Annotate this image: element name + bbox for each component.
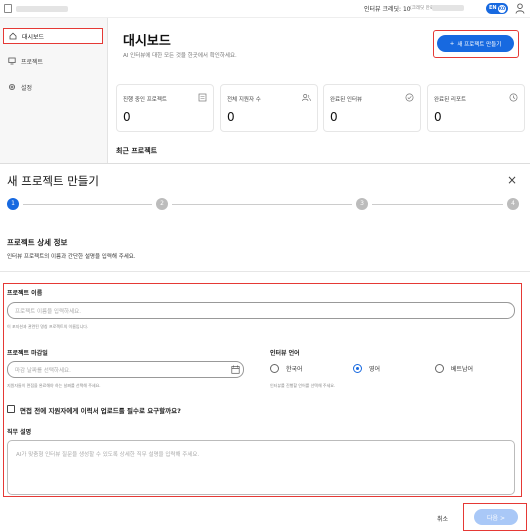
new-project-highlight: + 새 프로젝트 만들기	[433, 30, 519, 58]
sidebar-item-dashboard[interactable]: 대시보드	[3, 28, 103, 44]
user-icon[interactable]	[515, 3, 525, 14]
divider	[0, 271, 530, 272]
language-label: 인터뷰 언어	[270, 350, 300, 357]
calendar-icon[interactable]	[231, 365, 240, 374]
page-subtitle: AI 인터뷰에 대한 모든 것을 한곳에서 확인하세요.	[123, 53, 237, 59]
credit-expiry-redacted	[432, 5, 464, 11]
step-connector	[172, 204, 352, 205]
stat-label: 완료된 리포트	[434, 97, 467, 103]
clipboard-icon	[198, 93, 207, 102]
deadline-date-input[interactable]: 마감 날짜를 선택하세요.	[7, 361, 244, 378]
stat-label: 완료된 인터뷰	[330, 97, 363, 103]
lang-en-label: EN	[489, 5, 497, 11]
top-bar: 인터뷰 크레딧: 10 (크레딧 만료일: EN KO	[0, 0, 530, 18]
step-2: 2	[156, 198, 168, 210]
next-label: 다음 >	[487, 514, 505, 522]
radio-label: 영어	[369, 366, 381, 373]
language-hint: 인터뷰를 진행할 언어를 선택해 주세요.	[270, 383, 336, 388]
radio-label: 베트남어	[451, 366, 474, 373]
page-title: 대시보드	[123, 34, 171, 49]
new-project-label: 새 프로젝트 만들기	[457, 41, 502, 48]
radio-button[interactable]	[435, 364, 444, 373]
stat-card-total-applicants: 전체 지원자 수 0	[220, 84, 318, 132]
deadline-placeholder: 마감 날짜를 선택하세요.	[15, 367, 71, 374]
stat-card-completed-reports: 완료된 리포트 0	[427, 84, 525, 132]
app-logo-icon[interactable]	[4, 4, 12, 13]
deadline-label: 프로젝트 마감일	[7, 350, 48, 357]
stat-card-active-projects: 진행 중인 프로젝트 0	[116, 84, 214, 132]
recent-projects-heading: 최근 프로젝트	[116, 147, 158, 155]
sidebar-item-projects[interactable]: 프로젝트	[3, 53, 103, 69]
next-button-highlight: 다음 >	[463, 503, 527, 531]
language-toggle[interactable]: EN KO	[486, 3, 508, 14]
job-description-label: 직무 설명	[7, 429, 32, 436]
gear-icon	[9, 84, 15, 90]
radio-button[interactable]	[270, 364, 279, 373]
radio-button-selected[interactable]	[353, 364, 362, 373]
stat-value: 0	[123, 110, 131, 124]
app-name-redacted	[16, 6, 68, 12]
section-subtitle: 인터뷰 프로젝트의 이름과 간단한 설명을 입력해 주세요.	[7, 254, 136, 260]
credit-label: 인터뷰 크레딧: 10	[364, 6, 411, 13]
sidebar-item-label: 프로젝트	[21, 58, 44, 66]
sidebar-item-settings[interactable]: 설정	[3, 79, 103, 95]
project-name-label: 프로젝트 이름	[7, 290, 43, 297]
step-connector	[23, 204, 152, 205]
section-title: 프로젝트 상세 정보	[7, 238, 68, 247]
radio-label: 한국어	[286, 366, 303, 373]
project-name-hint: 이 포지션과 관련된 명칭 프로젝트의 이름입니다.	[7, 324, 89, 329]
new-project-modal: 새 프로젝트 만들기 × 1 2 3 4 프로젝트 상세 정보 인터뷰 프로젝트…	[0, 163, 530, 531]
sidebar-item-label: 대시보드	[22, 33, 45, 41]
stat-card-completed-interviews: 완료된 인터뷰 0	[323, 84, 421, 132]
stat-value: 0	[330, 110, 338, 124]
step-1: 1	[7, 198, 19, 210]
step-connector	[372, 204, 503, 205]
lang-ko-label: KO	[498, 4, 506, 13]
language-option-english[interactable]: 영어	[353, 364, 380, 373]
stat-value: 0	[227, 110, 235, 124]
project-name-input[interactable]: 프로젝트 이름을 입력하세요.	[7, 302, 515, 319]
check-circle-icon	[405, 93, 414, 102]
users-icon	[302, 94, 311, 102]
cancel-button[interactable]: 취소	[437, 514, 448, 523]
close-icon[interactable]: ×	[507, 173, 517, 187]
step-3: 3	[356, 198, 368, 210]
sidebar-item-label: 설정	[21, 84, 33, 92]
new-project-button[interactable]: + 새 프로젝트 만들기	[437, 35, 514, 52]
next-button[interactable]: 다음 >	[474, 509, 518, 525]
stat-label: 진행 중인 프로젝트	[123, 97, 167, 103]
language-option-korean[interactable]: 한국어	[270, 364, 303, 373]
stat-value: 0	[434, 110, 442, 124]
resume-required-checkbox[interactable]	[7, 405, 15, 413]
deadline-hint: 지원자들이 면접을 완료해야 하는 날짜를 선택해 주세요.	[7, 383, 101, 388]
monitor-icon	[8, 57, 16, 65]
stat-label: 전체 지원자 수	[227, 97, 261, 103]
modal-title: 새 프로젝트 만들기	[7, 174, 99, 188]
language-option-vietnamese[interactable]: 베트남어	[435, 364, 473, 373]
home-icon	[9, 32, 17, 40]
resume-required-label: 면접 전에 지원자에게 이력서 업로드를 필수로 요구할까요?	[20, 407, 181, 415]
step-4: 4	[507, 198, 519, 210]
plus-icon: +	[449, 40, 455, 47]
job-description-textarea[interactable]: AI가 맞춤형 인터뷰 질문을 생성할 수 있도록 상세한 직무 설명을 입력해…	[7, 440, 515, 495]
sidebar: 대시보드 프로젝트 설정	[0, 18, 108, 163]
clock-icon	[509, 93, 518, 102]
